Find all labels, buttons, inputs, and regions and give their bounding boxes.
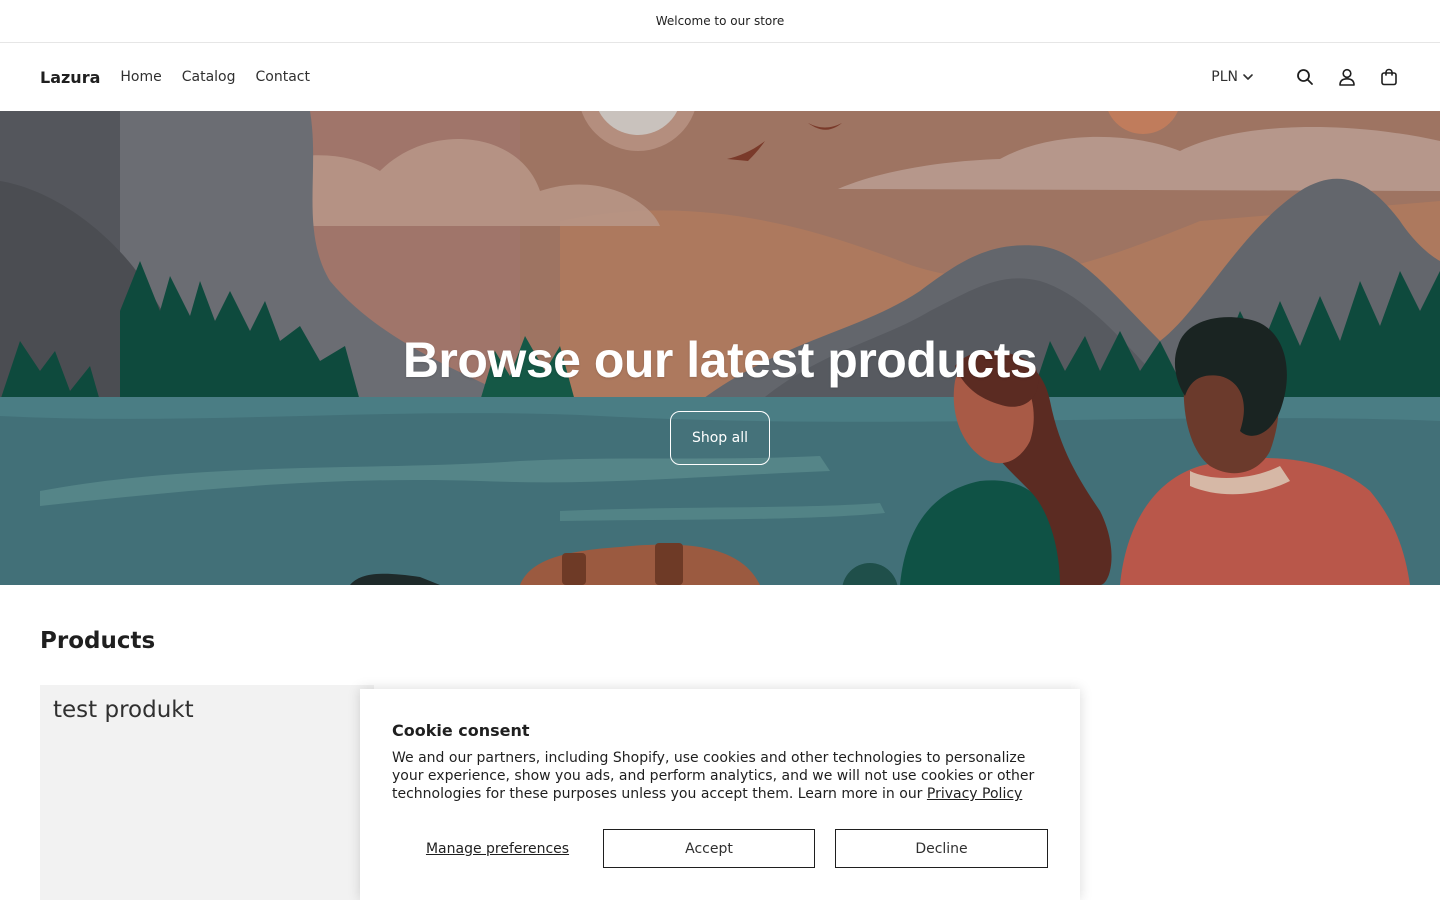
- hero-title: Browse our latest products: [402, 332, 1038, 388]
- shop-all-button[interactable]: Shop all: [670, 411, 770, 465]
- search-button[interactable]: [1294, 66, 1316, 88]
- products-heading: Products: [40, 628, 156, 654]
- announcement-bar: Welcome to our store: [0, 0, 1440, 43]
- accept-button[interactable]: Accept: [603, 829, 815, 868]
- nav-contact[interactable]: Contact: [256, 69, 310, 85]
- hero-banner: Browse our latest products Shop all: [0, 111, 1440, 585]
- announcement-text: Welcome to our store: [655, 14, 785, 28]
- nav-home[interactable]: Home: [120, 69, 161, 85]
- product-card[interactable]: test produkt: [40, 685, 374, 900]
- site-header: Lazura Home Catalog Contact PLN: [0, 43, 1440, 111]
- decline-button[interactable]: Decline: [835, 829, 1048, 868]
- account-icon: [1339, 68, 1355, 86]
- manage-preferences-link[interactable]: Manage preferences: [392, 841, 603, 857]
- header-actions: PLN: [1211, 66, 1400, 88]
- main-nav: Home Catalog Contact: [120, 69, 310, 85]
- cart-icon: [1381, 68, 1397, 86]
- cookie-actions: Manage preferences Accept Decline: [392, 829, 1048, 868]
- chevron-down-icon: [1243, 74, 1253, 80]
- cookie-consent-banner: Cookie consent We and our partners, incl…: [360, 689, 1080, 900]
- store-logo[interactable]: Lazura: [40, 68, 100, 87]
- cookie-text: We and our partners, including Shopify, …: [392, 749, 1048, 803]
- currency-selector[interactable]: PLN: [1211, 69, 1254, 85]
- product-name[interactable]: test produkt: [53, 697, 361, 723]
- hero-content: Browse our latest products Shop all: [0, 111, 1440, 585]
- privacy-policy-link[interactable]: Privacy Policy: [927, 786, 1022, 802]
- cookie-title: Cookie consent: [392, 721, 530, 740]
- currency-label: PLN: [1211, 69, 1238, 85]
- search-icon: [1297, 69, 1313, 85]
- cart-button[interactable]: [1378, 66, 1400, 88]
- account-button[interactable]: [1336, 66, 1358, 88]
- nav-catalog[interactable]: Catalog: [182, 69, 236, 85]
